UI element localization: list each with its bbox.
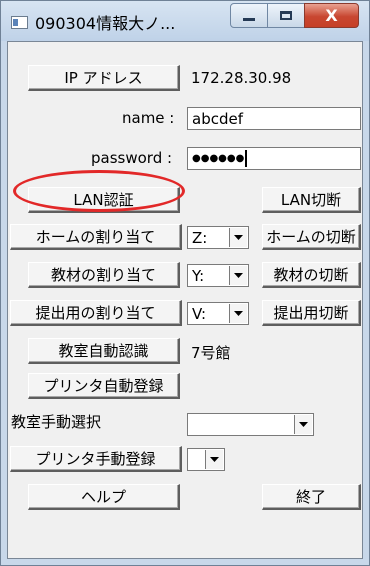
classroom-manual-select[interactable] xyxy=(187,413,314,436)
title-bar[interactable]: 090304情報大ノ... X xyxy=(1,1,369,41)
close-button[interactable]: X xyxy=(304,3,359,28)
chevron-down-icon[interactable] xyxy=(205,450,223,469)
password-field-value: ●●●●●● xyxy=(192,153,245,164)
material-drive-value: Y: xyxy=(192,267,205,285)
chevron-down-icon[interactable] xyxy=(294,415,312,434)
material-drive-select[interactable]: Y: xyxy=(187,264,249,287)
exit-button[interactable]: 終了 xyxy=(262,484,361,510)
app-window: 090304情報大ノ... X IP アドレス 172.28.30.98 nam… xyxy=(0,0,370,566)
minimize-icon xyxy=(243,17,255,21)
name-field-value: abcdef xyxy=(192,109,243,128)
printer-manual-register-button[interactable]: プリンタ手動登録 xyxy=(10,446,182,472)
printer-auto-register-button[interactable]: プリンタ自動登録 xyxy=(28,373,180,399)
text-caret xyxy=(245,150,248,167)
chevron-down-icon[interactable] xyxy=(229,228,247,247)
minimize-button[interactable] xyxy=(230,3,268,28)
lan-disconnect-button[interactable]: LAN切断 xyxy=(262,187,361,213)
submission-disconnect-button[interactable]: 提出用切断 xyxy=(262,300,361,326)
maximize-button[interactable] xyxy=(267,3,305,28)
material-assign-button[interactable]: 教材の割り当て xyxy=(28,262,180,288)
ip-address-button[interactable]: IP アドレス xyxy=(28,65,180,91)
password-label: password : xyxy=(91,149,173,167)
classroom-value: 7号館 xyxy=(191,344,231,362)
home-assign-button[interactable]: ホームの割り当て xyxy=(10,224,182,250)
help-button[interactable]: ヘルプ xyxy=(28,484,180,510)
annotation-highlight-circle xyxy=(13,170,185,212)
classroom-manual-label: 教室手動選択 xyxy=(11,413,102,431)
app-icon xyxy=(11,16,28,29)
chevron-down-icon[interactable] xyxy=(229,304,247,323)
home-drive-value: Z: xyxy=(192,229,208,247)
printer-manual-select[interactable] xyxy=(187,448,225,471)
client-area: IP アドレス 172.28.30.98 name : abcdef passw… xyxy=(7,41,363,559)
submission-assign-button[interactable]: 提出用の割り当て xyxy=(10,300,182,326)
name-label: name : xyxy=(122,109,175,127)
ip-address-value: 172.28.30.98 xyxy=(191,69,292,87)
home-drive-select[interactable]: Z: xyxy=(187,226,249,249)
chevron-down-icon[interactable] xyxy=(229,266,247,285)
home-disconnect-button[interactable]: ホームの切断 xyxy=(262,224,361,250)
classroom-auto-detect-button[interactable]: 教室自動認識 xyxy=(28,338,180,364)
close-icon: X xyxy=(325,6,338,25)
maximize-icon xyxy=(280,11,292,20)
name-field[interactable]: abcdef xyxy=(187,107,361,130)
submission-drive-value: V: xyxy=(192,305,207,323)
window-title: 090304情報大ノ... xyxy=(35,14,176,33)
password-field[interactable]: ●●●●●● xyxy=(187,147,361,170)
submission-drive-select[interactable]: V: xyxy=(187,302,249,325)
material-disconnect-button[interactable]: 教材の切断 xyxy=(262,262,361,288)
